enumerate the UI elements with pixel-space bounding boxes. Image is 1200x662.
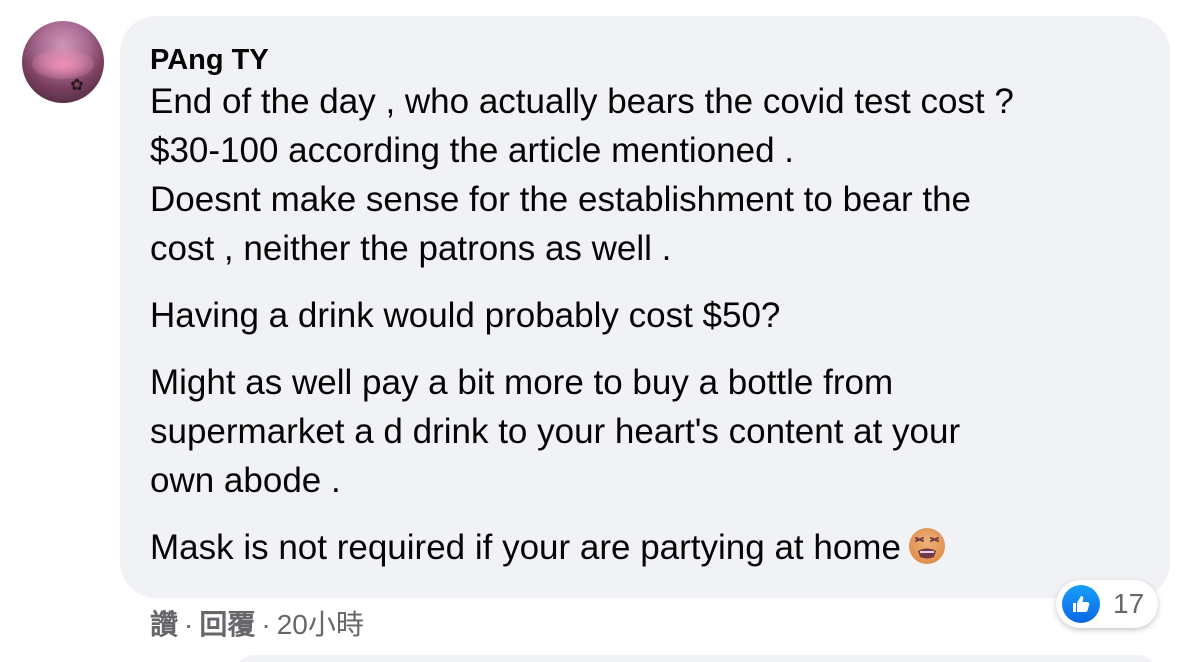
comment-paragraph: End of the day , who actually bears the …	[150, 77, 1140, 273]
face-with-crossed-out-eyes-emoji	[908, 528, 945, 564]
separator-dot: ·	[184, 609, 194, 640]
comment-line: Might as well pay a bit more to buy a bo…	[150, 363, 894, 402]
comment-author[interactable]: PAng TY	[150, 43, 1140, 77]
comment-line: Having a drink would probably cost $50?	[150, 296, 781, 335]
comment-paragraph: Having a drink would probably cost $50?	[150, 291, 1140, 340]
separator-dot: ·	[261, 609, 271, 640]
reaction-count: 17	[1113, 588, 1145, 619]
comment-line: Mask is not required if your are partyin…	[150, 523, 1140, 572]
comment-actions: 讚 · 回覆 · 20小時	[150, 607, 364, 643]
comment-line: End of the day , who actually bears the …	[150, 82, 1014, 121]
comment-line: supermarket a d drink to your heart's co…	[150, 412, 961, 451]
thumbs-up-icon	[1062, 585, 1100, 623]
comment-line: cost , neither the patrons as well .	[150, 229, 672, 268]
comment-line: Doesnt make sense for the establishment …	[150, 180, 972, 219]
comment-paragraph: Mask is not required if your are partyin…	[150, 523, 1140, 572]
reaction-summary[interactable]: 17	[1056, 580, 1159, 628]
comment-bubble: PAng TY End of the day , who actually be…	[120, 16, 1170, 598]
comment-body: End of the day , who actually bears the …	[150, 77, 1140, 572]
comment-line: own abode .	[150, 461, 341, 500]
reply-link[interactable]: 回覆	[199, 609, 255, 640]
like-link[interactable]: 讚	[150, 609, 178, 640]
comment-paragraph: Might as well pay a bit more to buy a bo…	[150, 358, 1140, 505]
comment-line: $30-100 according the article mentioned …	[150, 131, 795, 170]
timestamp[interactable]: 20小時	[277, 609, 364, 640]
avatar-glyph: ✿	[70, 77, 84, 94]
comment-line-text: Mask is not required if your are partyin…	[150, 528, 901, 567]
comment-thread: ✿ PAng TY End of the day , who actually …	[0, 0, 1200, 662]
avatar[interactable]: ✿	[22, 21, 104, 103]
next-comment-bubble-edge	[236, 655, 1156, 662]
